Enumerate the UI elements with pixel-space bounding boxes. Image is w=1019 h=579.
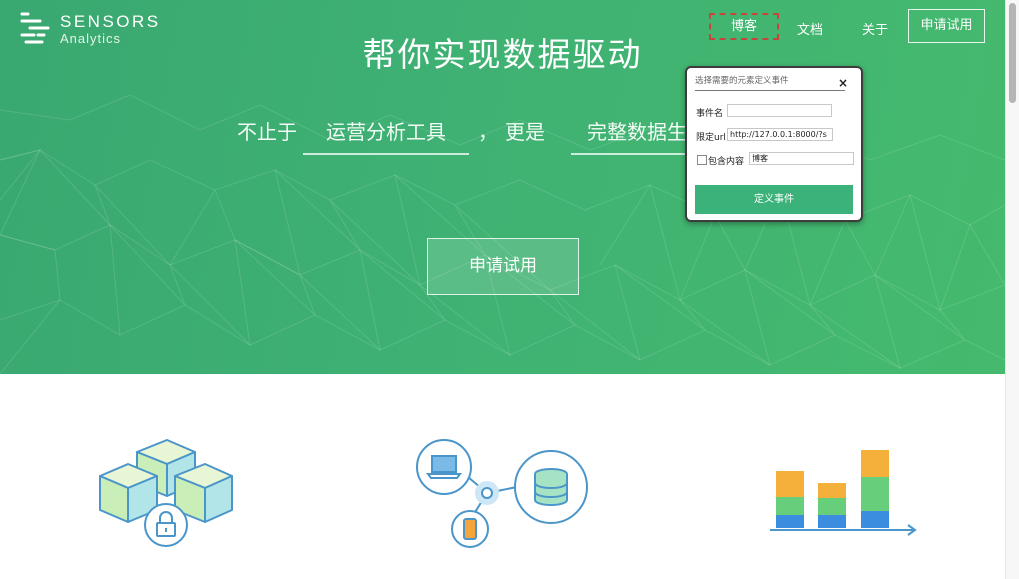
slogan-middle: 更是 <box>505 120 545 144</box>
define-event-button[interactable]: 定义事件 <box>695 185 853 214</box>
devices-database-network-icon <box>416 439 588 548</box>
url-label: 限定url <box>696 133 726 143</box>
event-name-input[interactable] <box>727 104 832 117</box>
slogan-underline-1 <box>303 153 469 155</box>
popup-header: 选择需要的元素定义事件 <box>695 74 845 91</box>
url-input[interactable] <box>727 128 833 141</box>
page-scrollbar[interactable] <box>1005 0 1019 579</box>
slogan-word-1: 运营分析工具 <box>326 120 446 144</box>
define-event-popup: 选择需要的元素定义事件 × 事件名 限定url 包含内容 定义事件 <box>685 66 863 222</box>
slogan-comma: ， <box>478 120 498 144</box>
close-icon[interactable]: × <box>838 76 848 90</box>
slogan-prefix: 不止于 <box>237 120 297 144</box>
slogan-underline-2 <box>571 153 691 155</box>
contain-label: 包含内容 <box>708 157 745 167</box>
contain-input[interactable] <box>749 152 854 165</box>
scrollbar-thumb[interactable] <box>1009 3 1016 103</box>
hero-trial-button[interactable]: 申请试用 <box>427 238 579 295</box>
stacked-bar-chart-icon <box>770 450 917 536</box>
data-cubes-lock-icon <box>99 439 233 547</box>
contain-checkbox[interactable] <box>697 155 707 165</box>
event-name-label: 事件名 <box>696 109 724 119</box>
slogan-word-2: 完整数据生 <box>587 120 687 144</box>
